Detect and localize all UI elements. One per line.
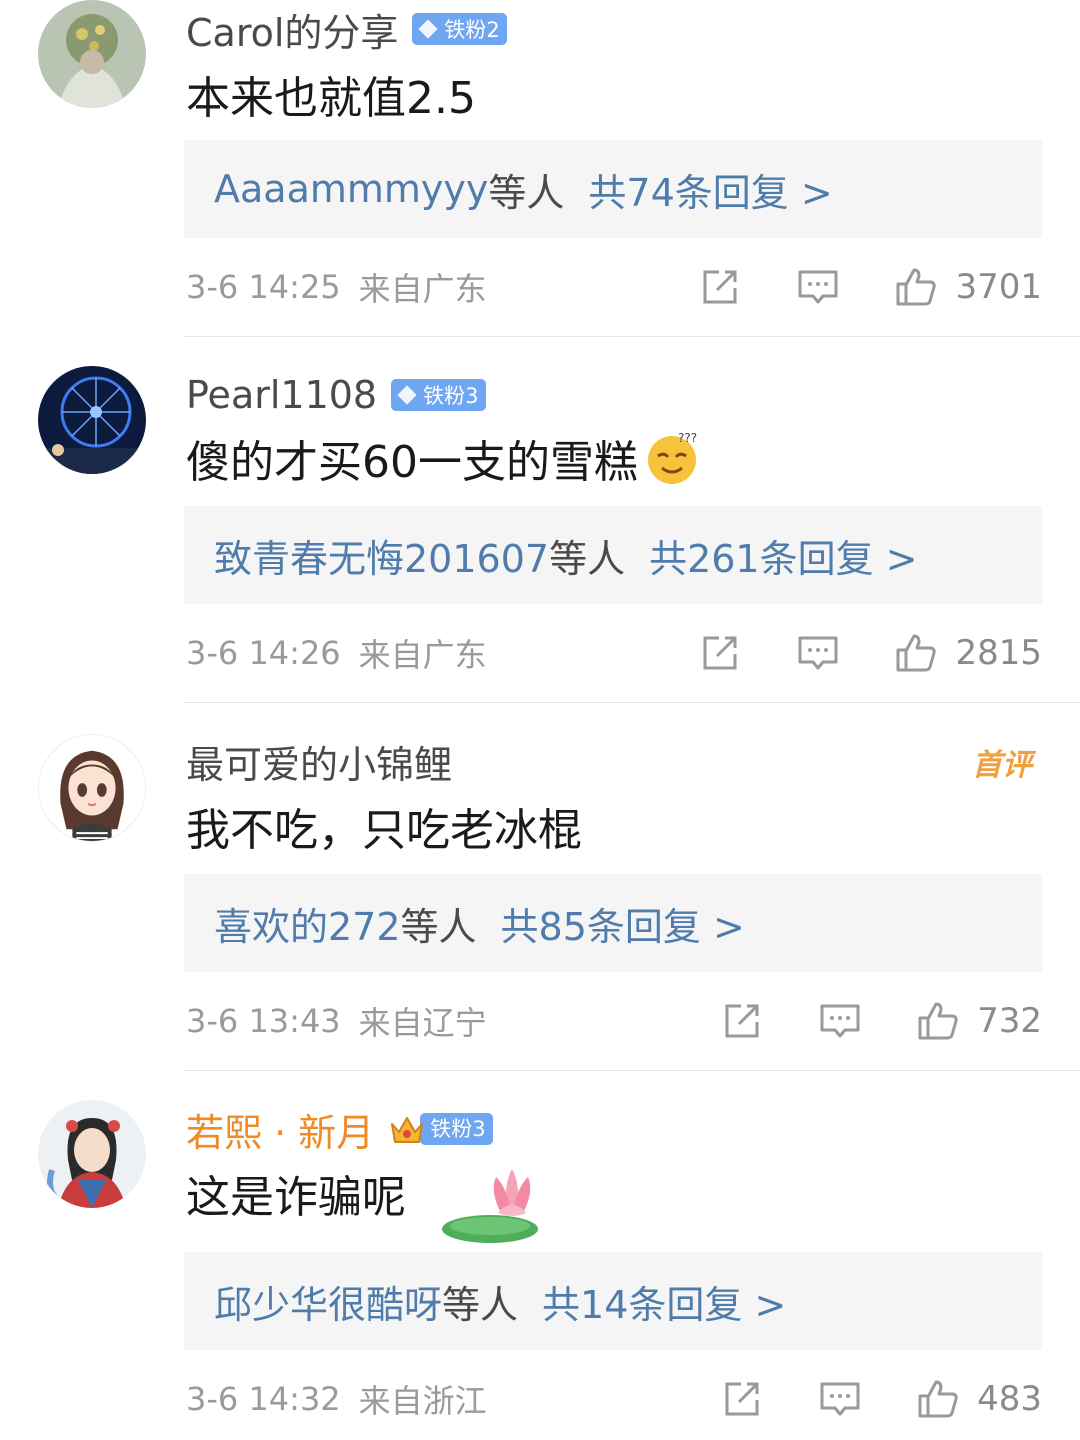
username[interactable]: Carol的分享 [186,2,398,57]
username-row: 若熙 · 新月 铁粉3 [186,1102,493,1157]
avatar[interactable] [38,734,146,842]
location: 来自广东 [358,636,487,674]
reply-suffix: 等人 [400,904,477,949]
thumbs-up-icon [896,268,937,306]
replies-link[interactable]: 邱少华很酷呀 等人 共14条回复 > [184,1252,1042,1350]
comment-icon [798,636,838,670]
like-button[interactable]: 2815 [895,632,1042,674]
actions: 732 [721,1000,1042,1042]
timestamp: 3-6 13:43 [186,1002,341,1040]
meta-row: 3-6 14:32 来自浙江 483 [186,1374,1042,1424]
reply-suffix: 等人 [488,170,565,215]
meta-row: 3-6 14:26 来自广东 2815 [186,628,1042,678]
username-row: Pearl1108 铁粉3 [186,370,486,420]
replies-link[interactable]: Aaaammmyyy 等人 共74条回复 > [184,140,1042,238]
share-icon [703,636,737,670]
share-button[interactable] [699,632,741,674]
comment-button[interactable] [797,266,839,308]
diamond-icon [397,385,417,405]
share-button[interactable] [721,1378,763,1420]
reply-count: 共74条回复 > [588,170,833,215]
svg-text:???: ??? [678,431,697,445]
reply-suffix: 等人 [549,536,626,581]
comment-icon [820,1382,860,1416]
like-count: 3701 [955,267,1042,307]
comment-button[interactable] [819,1378,861,1420]
like-count: 732 [977,1001,1042,1041]
comment-text: 我不吃，只吃老冰棍 [186,796,582,856]
fan-badge: 铁粉2 [412,13,507,45]
username-row: Carol的分享 铁粉2 [186,2,507,57]
like-button[interactable]: 483 [917,1378,1042,1420]
username-row: 最可爱的小锦鲤 [186,734,452,789]
comment-icon [798,270,838,304]
comment-button[interactable] [819,1000,861,1042]
like-count: 483 [977,1379,1042,1419]
timestamp: 3-6 14:26 [186,634,341,672]
timestamp: 3-6 14:25 [186,268,341,306]
lotus-icon [442,1169,538,1243]
like-count: 2815 [955,633,1042,673]
comment-icon [820,1004,860,1038]
crown-icon [391,1117,424,1143]
reply-users: Aaaammmyyy [214,167,489,211]
comment-text: 本来也就值2.5 [186,64,476,124]
reply-users: 致青春无悔201607 [214,536,550,581]
actions: 483 [721,1378,1042,1420]
comment-text: 傻的才买60一支的雪糕 ??? [186,428,700,488]
share-icon [725,1382,759,1416]
timestamp: 3-6 14:32 [186,1380,341,1418]
comment-text: 这是诈骗呢 [186,1162,552,1243]
reply-users: 喜欢的272 [214,904,401,949]
fan-badge: 铁粉3 [388,1112,493,1146]
location: 来自辽宁 [358,1004,487,1042]
share-button[interactable] [721,1000,763,1042]
like-button[interactable]: 3701 [895,266,1042,308]
replies-link[interactable]: 致青春无悔201607 等人 共261条回复 > [184,506,1042,604]
fan-badge: 铁粉3 [391,379,486,411]
reply-count: 共14条回复 > [542,1282,787,1327]
fan-badge-label: 铁粉3 [423,384,479,408]
comment-text-label: 傻的才买60一支的雪糕 [186,437,638,488]
diamond-icon [418,19,439,39]
actions: 2815 [699,632,1042,674]
comment-button[interactable] [797,632,839,674]
location: 来自浙江 [358,1382,487,1420]
reply-count: 共85条回复 > [500,904,745,949]
thinking-face-icon: ??? [648,431,697,484]
reply-suffix: 等人 [442,1282,519,1327]
avatar[interactable] [38,1100,146,1208]
username[interactable]: 最可爱的小锦鲤 [186,734,452,789]
share-button[interactable] [699,266,741,308]
reply-users: 邱少华很酷呀 [214,1282,443,1327]
location: 来自广东 [358,270,487,308]
avatar[interactable] [38,0,146,108]
comment-text-label: 这是诈骗呢 [186,1172,406,1223]
divider [184,1070,1080,1071]
actions: 3701 [699,266,1042,308]
divider [184,336,1080,337]
replies-link[interactable]: 喜欢的272 等人 共85条回复 > [184,874,1042,972]
like-button[interactable]: 732 [917,1000,1042,1042]
divider [184,702,1080,703]
first-comment-tag: 首评 [972,748,1032,783]
thumbs-up-icon [918,1380,958,1418]
comment-text-label: 本来也就值2.5 [186,73,476,124]
share-icon [703,270,737,304]
share-icon [725,1004,759,1038]
fan-badge-label: 铁粉2 [444,18,500,42]
fan-badge-label: 铁粉3 [420,1113,493,1145]
avatar[interactable] [38,366,146,474]
username[interactable]: Pearl1108 [186,373,377,417]
username[interactable]: 若熙 · 新月 [186,1102,374,1157]
meta-row: 3-6 13:43 来自辽宁 732 [186,996,1042,1046]
comment-text-label: 我不吃，只吃老冰棍 [186,805,582,856]
meta-row: 3-6 14:25 来自广东 3701 [186,262,1042,312]
reply-count: 共261条回复 > [649,536,918,581]
thumbs-up-icon [918,1002,958,1040]
thumbs-up-icon [896,634,937,672]
